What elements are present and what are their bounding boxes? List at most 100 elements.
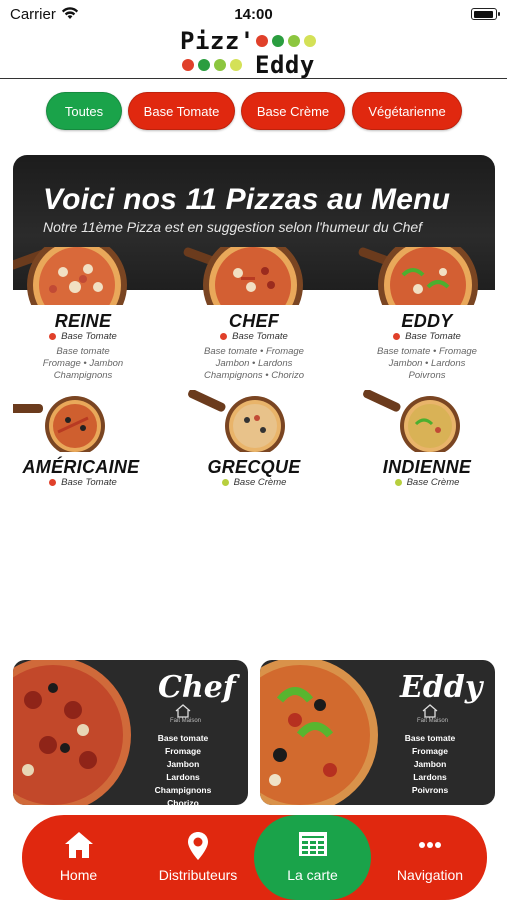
promo-ingredient: Jambon [166,759,200,769]
pizza-base-americaine: Base Tomate [13,477,158,488]
pizza-base-reine: Base Tomate [13,331,158,342]
promo-ingredient: Lardons [166,772,200,782]
promo-ingredient: Jambon [413,759,447,769]
nav-label: Navigation [396,867,464,883]
more-dots-icon [419,842,441,848]
pizza-ingredients-reine: Base tomate Fromage • Jambon Champignons [13,346,158,382]
pizza-name-eddy: EDDY [401,311,453,331]
logo-dot [304,35,316,47]
ingredient-line: Base tomate • Fromage [204,346,304,357]
header-divider [0,78,507,79]
nav-item-navigation[interactable]: Navigation [380,815,480,900]
pizza-base-eddy: Base Tomate [352,331,495,342]
logo-text-line2: Eddy [255,51,315,79]
logo-dot [256,35,268,47]
filter-chip-base-tomate[interactable]: Base Tomate [128,92,235,130]
menu-subtitle: Notre 11ème Pizza est en suggestion selo… [43,219,423,235]
base-dot [393,333,401,340]
bottom-navigation-bar: Home Distributeurs La carte Navigation [22,815,487,900]
nav-item-la-carte[interactable]: La carte [254,815,371,900]
promo-ingredient: Base tomate [404,733,456,743]
pizza-base-indienne: Base Crème [352,477,495,488]
battery-level [473,10,494,18]
logo-dot [198,59,210,71]
logo-dot [272,35,284,47]
nav-label: La carte [287,867,338,883]
promo-title: Chef [158,670,236,705]
base-label: Base Crème [406,477,460,488]
base-dot [394,479,402,486]
filter-chip-label: Base Crème [256,103,330,119]
ingredient-line: Fromage • Jambon [42,358,124,369]
menu-title: Voici nos 11 Pizzas au Menu [43,183,451,216]
pizza-name-americaine: AMÉRICAINE [22,457,140,477]
promo-card-eddy[interactable]: Eddy Fait Maison Base tomate Fromage Jam… [260,660,495,805]
promo-pizza-image [260,660,378,805]
app-header: Pizz' Eddy [0,26,507,79]
pizza-americaine-image [13,396,105,452]
pizza-base-grecque: Base Crème [179,477,329,488]
ingredient-line: Base tomate • Fromage [377,346,477,357]
pizza-ingredients-chef: Base tomate • Fromage Jambon • Lardons C… [179,346,329,382]
menu-card-icon [298,832,327,856]
pizza-ingredients-eddy: Base tomate • Fromage Jambon • Lardons P… [352,346,495,382]
pizza-name-grecque: GRECQUE [207,457,301,477]
clock: 14:00 [234,6,273,23]
promo-pizza-image [13,660,131,805]
logo-text-line1: Pizz' [180,27,255,55]
pizza-eddy-image [358,247,478,305]
map-pin-icon [188,832,208,860]
pizza-chef-image [183,247,303,305]
filter-chip-vegetarienne[interactable]: Végétarienne [352,92,462,130]
house-icon [422,704,438,718]
base-dot [221,479,229,486]
base-label: Base Tomate [61,331,117,342]
pizza-menu-card[interactable]: Voici nos 11 Pizzas au Menu Notre 11ème … [13,155,495,495]
promo-ingredient: Champignons [154,785,212,795]
promo-ingredient: Base tomate [157,733,209,743]
logo-dot [214,59,226,71]
logo-dot [230,59,242,71]
promo-ingredients: Base tomate Fromage Jambon Lardons Champ… [138,732,228,805]
battery-icon [471,8,500,20]
home-icon [64,832,93,858]
promo-ingredient: Lardons [413,772,447,782]
pizza-indienne-image [363,390,460,452]
pizza-base-chef: Base Tomate [179,331,329,342]
promo-card-chef[interactable]: Chef Fait Maison Base tomate Fromage Jam… [13,660,248,805]
base-dot [49,333,57,340]
ingredient-line: Base tomate [56,346,110,357]
promo-ingredients: Base tomate Fromage Jambon Lardons Poivr… [385,732,475,797]
pizza-reine-image [13,247,127,305]
pizza-name-reine: REINE [54,311,112,331]
nav-item-distributeurs[interactable]: Distributeurs [143,815,253,900]
base-label: Base Tomate [405,331,461,342]
ingredient-line: Jambon • Lardons [215,358,293,369]
logo-dot [288,35,300,47]
promo-ingredient: Fromage [165,746,201,756]
app-screen: Carrier 14:00 Pizz' Eddy Toutes Base Tom… [0,0,507,900]
pizza-grecque-image [188,390,285,452]
promo-tag: Fait Maison [170,718,202,724]
promo-tag: Fait Maison [417,718,449,724]
ingredient-line: Poivrons [408,370,446,381]
promo-ingredient: Chorizo [167,798,199,805]
pizza-name-chef: CHEF [228,311,280,331]
promo-ingredient: Fromage [412,746,448,756]
pizza-name-indienne: INDIENNE [382,457,472,477]
filter-chip-base-creme[interactable]: Base Crème [241,92,345,130]
nav-label: Distributeurs [158,867,238,883]
filter-chip-toutes[interactable]: Toutes [46,92,122,130]
nav-item-home[interactable]: Home [32,815,125,900]
base-label: Base Crème [233,477,287,488]
promo-title: Eddy [400,670,483,705]
ingredient-line: Champignons [53,370,113,381]
base-dot [220,333,228,340]
filter-chip-label: Végétarienne [368,103,446,119]
nav-label: Home [59,867,98,883]
category-filters: Toutes Base Tomate Base Crème Végétarien… [0,92,507,130]
promo-ingredient: Poivrons [411,785,449,795]
base-label: Base Tomate [232,331,288,342]
filter-chip-label: Toutes [64,103,104,119]
filter-chip-label: Base Tomate [143,103,220,119]
